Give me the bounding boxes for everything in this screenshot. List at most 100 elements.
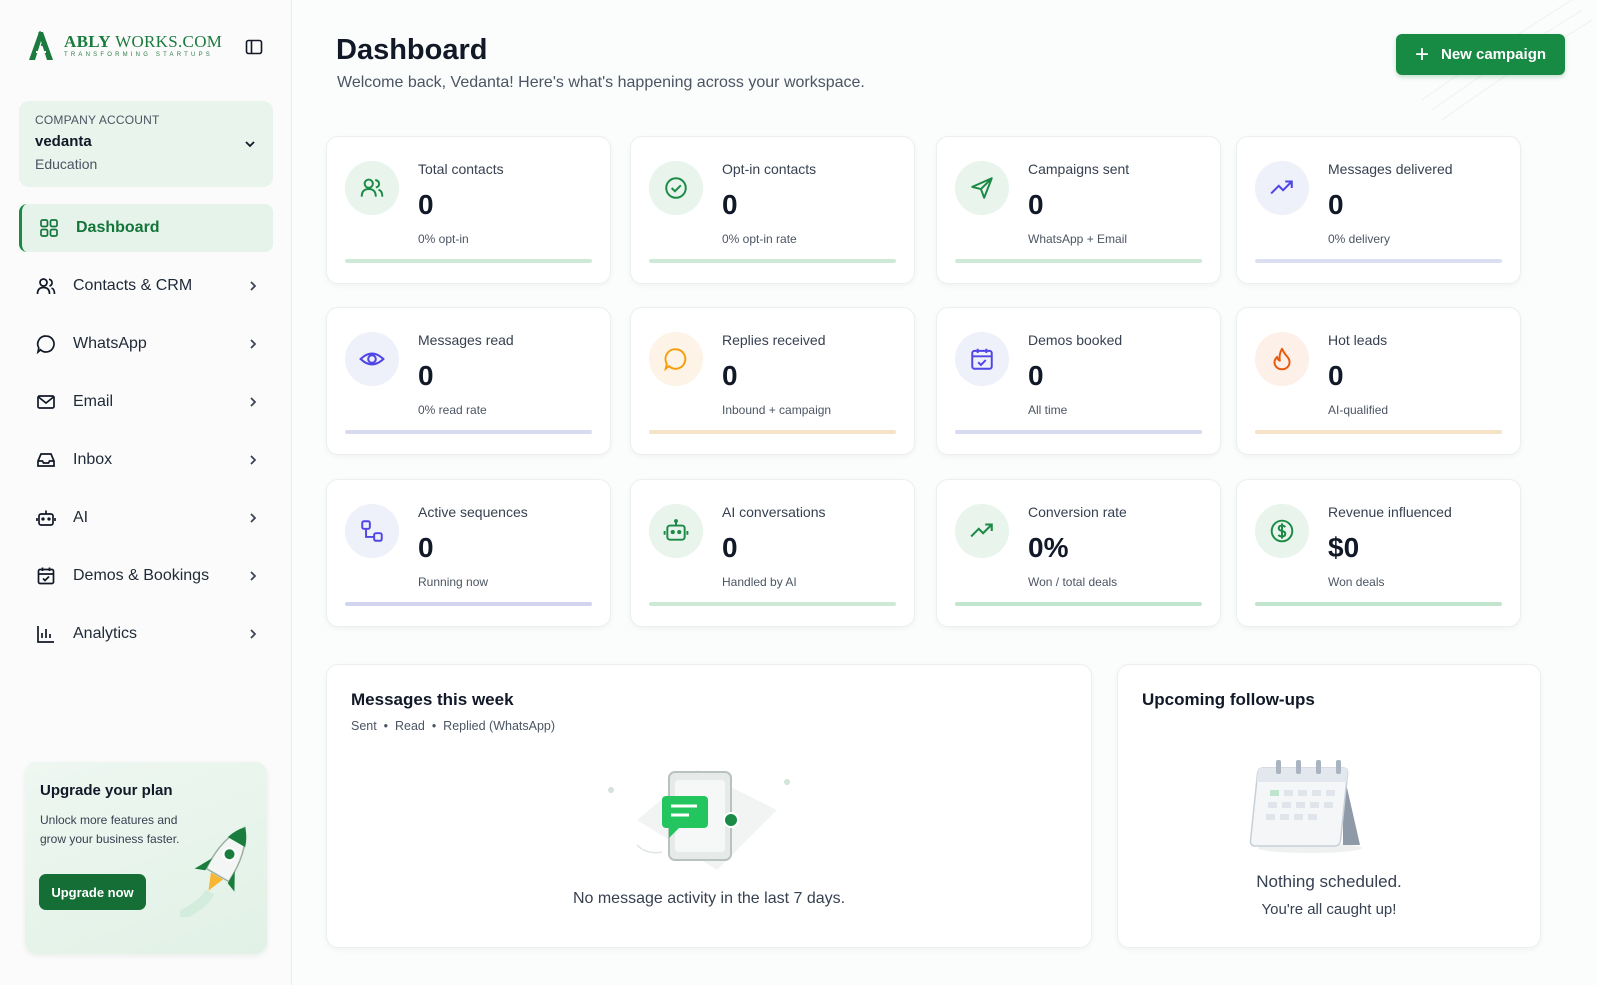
sidebar-toggle-icon[interactable]: [245, 38, 263, 56]
stat-subtext: WhatsApp + Email: [1028, 232, 1128, 246]
upgrade-title: Upgrade your plan: [40, 782, 173, 799]
sidebar-item-label: AI: [73, 509, 89, 526]
sidebar-item-label: Email: [73, 393, 114, 410]
sidebar-item-label: Analytics: [73, 625, 138, 642]
stat-label: Revenue influenced: [1328, 504, 1452, 520]
calendar-illustration-icon: [1249, 760, 1362, 853]
followups-panel: Upcoming follow-ups Nothing scheduled. Y…: [1117, 664, 1541, 948]
empty-state-text: No message activity in the last 7 days.: [572, 890, 846, 907]
stat-card[interactable]: Demos booked 0 All time: [936, 307, 1221, 455]
brand-logo[interactable]: ABLY WORKS.COM TRANSFORMING STARTUPS: [26, 28, 222, 62]
stat-card[interactable]: Active sequences 0 Running now: [326, 479, 611, 627]
eye-icon: [345, 332, 399, 386]
stat-subtext: 0% opt-in rate: [722, 232, 797, 246]
sidebar-nav: Dashboard Contacts & CRM WhatsApp Email …: [19, 204, 273, 668]
account-label: COMPANY ACCOUNT: [35, 113, 160, 127]
trending-up-icon: [955, 504, 1009, 558]
chevron-right-icon: [250, 455, 257, 465]
stat-subtext: Running now: [418, 575, 489, 589]
stat-card[interactable]: Replies received 0 Inbound + campaign: [630, 307, 915, 455]
stat-subtext: All time: [1028, 403, 1068, 417]
stat-subtext: Inbound + campaign: [722, 403, 832, 417]
account-switcher[interactable]: COMPANY ACCOUNT vedanta Education: [19, 101, 273, 187]
sidebar-item-demos[interactable]: Demos & Bookings: [19, 552, 273, 600]
chart-legend: Sent • Read • Replied (WhatsApp): [351, 719, 555, 733]
stat-card[interactable]: Conversion rate 0% Won / total deals: [936, 479, 1221, 627]
stat-card[interactable]: Revenue influenced $0 Won deals: [1236, 479, 1521, 627]
stat-card[interactable]: Opt-in contacts 0 0% opt-in rate: [630, 136, 915, 284]
stat-label: Active sequences: [418, 504, 528, 520]
upgrade-card: Upgrade your plan Unlock more features a…: [25, 762, 267, 954]
new-campaign-button[interactable]: + New campaign: [1396, 34, 1565, 75]
sidebar-item-whatsapp[interactable]: WhatsApp: [19, 320, 273, 368]
stat-value: 0: [418, 360, 434, 391]
stat-label: Replies received: [722, 332, 826, 348]
sidebar-item-label: Demos & Bookings: [73, 567, 210, 584]
sidebar-item-contacts[interactable]: Contacts & CRM: [19, 262, 273, 310]
stat-card[interactable]: Messages delivered 0 0% delivery: [1236, 136, 1521, 284]
stat-progress-bar: [649, 602, 896, 606]
stat-value: 0: [1028, 360, 1044, 391]
legend-separator: •: [380, 719, 395, 733]
stat-progress-bar: [1255, 259, 1502, 263]
stat-card[interactable]: Total contacts 0 0% opt-in: [326, 136, 611, 284]
stat-subtext: 0% opt-in: [418, 232, 469, 246]
legend-item: Sent: [351, 719, 377, 733]
stat-value: 0: [722, 189, 738, 220]
stat-card[interactable]: Hot leads 0 AI-qualified: [1236, 307, 1521, 455]
stat-value: 0: [1328, 360, 1344, 391]
stat-card[interactable]: Messages read 0 0% read rate: [326, 307, 611, 455]
legend-item: Read: [395, 719, 425, 733]
stat-value: 0: [1028, 189, 1044, 220]
mail-icon: [35, 391, 57, 413]
upgrade-text: Unlock more features and grow your busin…: [40, 813, 180, 846]
chevron-right-icon: [250, 513, 257, 523]
upgrade-now-button[interactable]: Upgrade now: [39, 874, 146, 910]
stat-subtext: 0% delivery: [1328, 232, 1391, 246]
stat-value: 0%: [1028, 532, 1069, 563]
empty-state-title: Nothing scheduled.: [1256, 872, 1402, 891]
legend-item: Replied (WhatsApp): [443, 719, 556, 733]
empty-state-subtitle: You're all caught up!: [1261, 901, 1397, 918]
users-icon: [345, 161, 399, 215]
chevron-down-icon: [245, 141, 255, 148]
page-subtitle: Welcome back, Vedanta! Here's what's hap…: [337, 74, 865, 91]
stat-value: 0: [722, 532, 738, 563]
stat-progress-bar: [649, 430, 896, 434]
check-circle-icon: [649, 161, 703, 215]
stat-subtext: Won deals: [1328, 575, 1385, 589]
sidebar-item-inbox[interactable]: Inbox: [19, 436, 273, 484]
stat-subtext: AI-qualified: [1328, 403, 1389, 417]
chevron-right-icon: [250, 281, 257, 291]
users-icon: [35, 275, 57, 297]
rocket-illustration-icon: [180, 826, 247, 917]
stat-card[interactable]: Campaigns sent 0 WhatsApp + Email: [936, 136, 1221, 284]
brand-tagline: TRANSFORMING STARTUPS: [64, 51, 213, 58]
sidebar-item-label: Dashboard: [76, 219, 160, 236]
stat-progress-bar: [345, 430, 592, 434]
sidebar-item-dashboard[interactable]: Dashboard: [19, 204, 273, 252]
stat-progress-bar: [955, 602, 1202, 606]
robot-icon: [35, 507, 57, 529]
chevron-right-icon: [250, 629, 257, 639]
brand-name: ABLY WORKS.COM: [64, 31, 223, 51]
stat-value: 0: [722, 360, 738, 391]
stat-subtext: Won / total deals: [1028, 575, 1118, 589]
stat-label: Hot leads: [1328, 332, 1388, 348]
stat-label: Messages delivered: [1328, 161, 1453, 177]
stat-value: 0: [418, 532, 434, 563]
chat-bubble-icon: [649, 332, 703, 386]
stat-progress-bar: [345, 259, 592, 263]
stat-progress-bar: [1255, 602, 1502, 606]
stat-card[interactable]: AI conversations 0 Handled by AI: [630, 479, 915, 627]
chevron-right-icon: [250, 339, 257, 349]
sidebar-item-analytics[interactable]: Analytics: [19, 610, 273, 658]
stat-value: $0: [1328, 532, 1360, 563]
sidebar-item-ai[interactable]: AI: [19, 494, 273, 542]
account-type: Education: [35, 156, 98, 172]
grid-icon: [38, 217, 60, 239]
stat-progress-bar: [955, 259, 1202, 263]
sidebar-item-email[interactable]: Email: [19, 378, 273, 426]
chat-bubble-icon: [35, 333, 57, 355]
stat-progress-bar: [649, 259, 896, 263]
